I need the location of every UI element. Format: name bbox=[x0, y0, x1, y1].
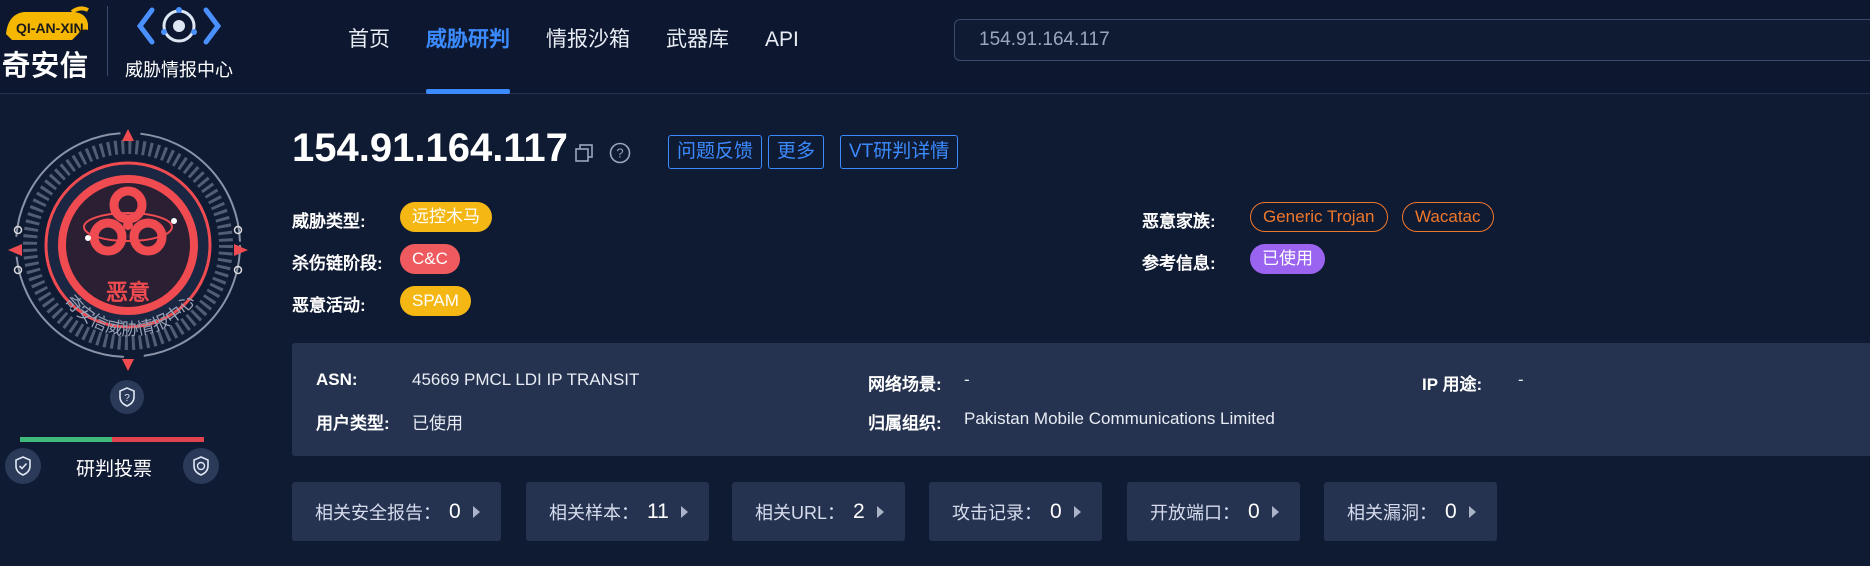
user-type-label: 用户类型: bbox=[316, 414, 390, 433]
ip-use-value: - bbox=[1518, 370, 1524, 389]
vote-label: 研判投票 bbox=[76, 459, 153, 480]
feedback-button[interactable]: 问题反馈 bbox=[668, 135, 763, 169]
activity-label: 恶意活动: bbox=[292, 296, 366, 315]
org-label: 归属组织: bbox=[868, 414, 942, 433]
threat-type-label: 威胁类型: bbox=[292, 212, 366, 231]
chevron-right-icon bbox=[472, 505, 480, 518]
reference-tag[interactable]: 已使用 bbox=[1250, 244, 1325, 274]
reference-label: 参考信息: bbox=[1142, 254, 1216, 273]
stat-attacks-card[interactable]: 攻击记录： 0 bbox=[929, 482, 1102, 541]
copy-icon[interactable] bbox=[575, 144, 593, 162]
nav-home[interactable]: 首页 bbox=[330, 0, 408, 94]
search-input[interactable]: 154.91.164.117 bbox=[954, 19, 1870, 61]
main-nav: 首页 威胁研判 情报沙箱 武器库 API bbox=[330, 0, 817, 94]
kill-chain-tag[interactable]: C&C bbox=[400, 244, 460, 274]
ip-use-label: IP 用途: bbox=[1422, 375, 1483, 394]
threat-type-tag[interactable]: 远控木马 bbox=[400, 202, 492, 232]
ip-title: 154.91.164.117 bbox=[292, 126, 568, 170]
network-value: - bbox=[964, 370, 970, 389]
nav-sandbox[interactable]: 情报沙箱 bbox=[528, 0, 648, 94]
vote-safe-fill bbox=[20, 437, 112, 442]
svg-text:?: ? bbox=[124, 393, 130, 404]
threat-intel-icon bbox=[136, 7, 222, 45]
more-button[interactable]: 更多 bbox=[768, 135, 825, 169]
chevron-right-icon bbox=[1468, 505, 1476, 518]
network-label: 网络场景: bbox=[868, 375, 942, 394]
logo-divider bbox=[107, 6, 108, 76]
stat-label: 相关样本： bbox=[549, 502, 639, 523]
family-tag[interactable]: Wacatac bbox=[1402, 202, 1494, 232]
help-circle-icon[interactable]: ? bbox=[609, 142, 631, 164]
threat-intel-logo[interactable]: 威胁情报中心 bbox=[122, 0, 252, 94]
stat-value: 11 bbox=[647, 499, 669, 523]
family-label: 恶意家族: bbox=[1142, 212, 1216, 231]
stat-value: 0 bbox=[1445, 499, 1457, 523]
stat-vulns-card[interactable]: 相关漏洞： 0 bbox=[1324, 482, 1497, 541]
top-header: QI-AN-XIN 奇安信 威胁情报中心 首页 威胁研判 情报沙箱 武器库 AP… bbox=[0, 0, 1870, 94]
family-tag[interactable]: Generic Trojan bbox=[1250, 202, 1388, 232]
stat-urls-card[interactable]: 相关URL： 2 bbox=[732, 482, 905, 541]
stat-value: 0 bbox=[1248, 499, 1260, 523]
verdict-badge: 恶意 奇安信威胁情报中心 bbox=[8, 129, 248, 371]
ip-details-panel: ASN: 45669 PMCL LDI IP TRANSIT 用户类型: 已使用… bbox=[292, 343, 1870, 456]
vote-ratio-bar bbox=[20, 437, 204, 442]
svg-text:?: ? bbox=[616, 146, 623, 161]
chevron-right-icon bbox=[1073, 505, 1081, 518]
brand-name: 奇安信 bbox=[2, 50, 90, 81]
nav-arsenal[interactable]: 武器库 bbox=[648, 0, 747, 94]
stat-samples-card[interactable]: 相关样本： 11 bbox=[526, 482, 709, 541]
chevron-right-icon bbox=[876, 505, 884, 518]
vote-malicious-button[interactable] bbox=[183, 448, 219, 484]
vote-safe-button[interactable] bbox=[5, 448, 41, 484]
verdict-label: 恶意 bbox=[106, 280, 150, 305]
kill-chain-label: 杀伤链阶段: bbox=[292, 254, 383, 273]
stat-label: 相关URL： bbox=[755, 502, 846, 523]
shield-biohazard-icon bbox=[193, 456, 209, 476]
product-name: 威胁情报中心 bbox=[125, 60, 233, 80]
chevron-right-icon bbox=[680, 505, 688, 518]
stat-label: 相关安全报告： bbox=[315, 502, 441, 523]
brand-logo-text: QI-AN-XIN bbox=[16, 20, 84, 36]
nav-api[interactable]: API bbox=[747, 0, 817, 94]
stat-label: 攻击记录： bbox=[952, 502, 1042, 523]
stat-value: 0 bbox=[1050, 499, 1062, 523]
asn-value: 45669 PMCL LDI IP TRANSIT bbox=[412, 370, 640, 389]
stat-label: 开放端口： bbox=[1150, 502, 1240, 523]
activity-tag[interactable]: SPAM bbox=[400, 286, 471, 316]
shield-check-icon bbox=[15, 456, 31, 476]
qianxin-logo[interactable]: QI-AN-XIN 奇安信 bbox=[0, 0, 92, 94]
stat-ports-card[interactable]: 开放端口： 0 bbox=[1127, 482, 1300, 541]
verdict-help-icon[interactable]: ? bbox=[110, 380, 144, 414]
user-type-value: 已使用 bbox=[412, 414, 463, 433]
org-value: Pakistan Mobile Communications Limited bbox=[964, 409, 1275, 428]
nav-threat-analysis[interactable]: 威胁研判 bbox=[408, 0, 528, 94]
stat-value: 2 bbox=[853, 499, 865, 523]
stat-value: 0 bbox=[449, 499, 461, 523]
vt-details-button[interactable]: VT研判详情 bbox=[840, 135, 959, 169]
tiger-logo-icon: QI-AN-XIN bbox=[6, 6, 89, 40]
chevron-right-icon bbox=[1271, 505, 1279, 518]
stat-reports-card[interactable]: 相关安全报告： 0 bbox=[292, 482, 501, 541]
asn-label: ASN: bbox=[316, 370, 358, 389]
stat-label: 相关漏洞： bbox=[1347, 502, 1437, 523]
vote-malicious-fill bbox=[112, 437, 204, 442]
